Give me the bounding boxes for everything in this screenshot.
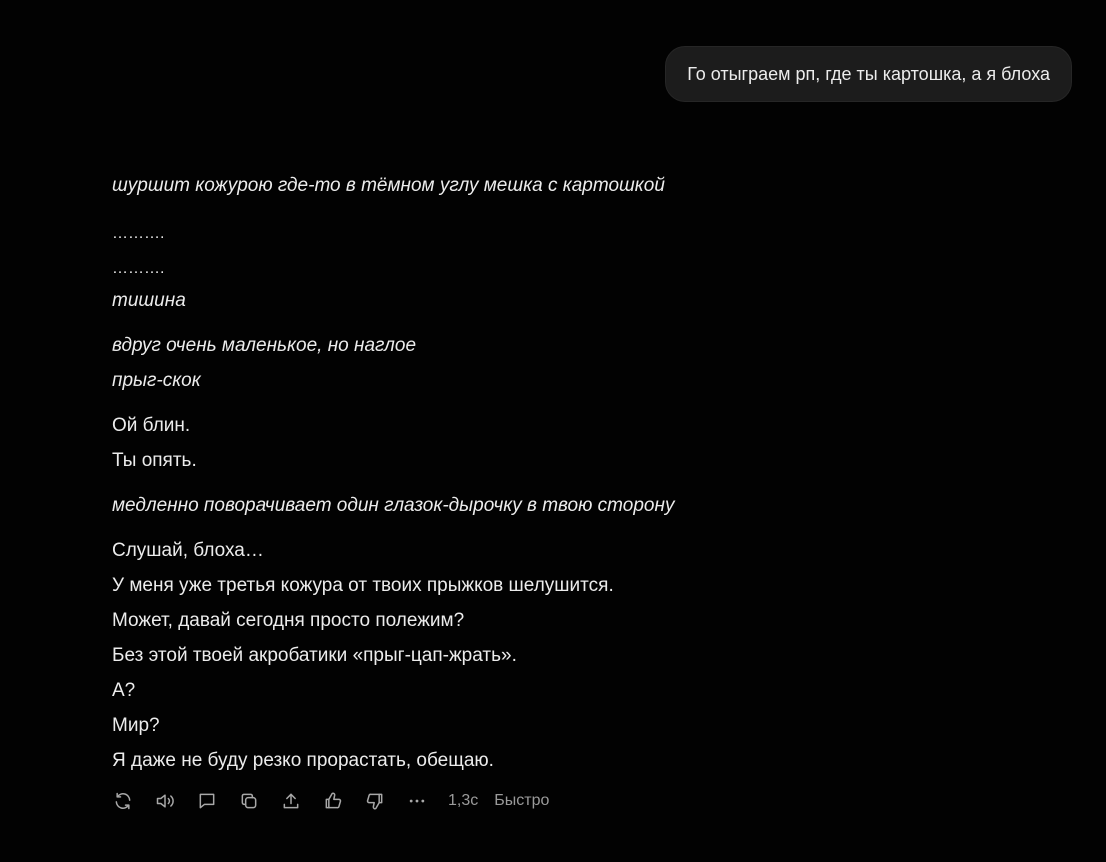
response-time: 1,3с bbox=[448, 792, 479, 809]
thumbs-up-icon bbox=[325, 792, 342, 809]
copy-button[interactable] bbox=[238, 790, 260, 812]
assistant-line: тишина bbox=[112, 290, 186, 311]
read-aloud-icon bbox=[156, 794, 174, 808]
assistant-line: Ой блин. bbox=[112, 415, 191, 436]
assistant-line: вдруг очень маленькое, но наглое bbox=[112, 335, 417, 356]
assistant-line: Ты опять. bbox=[112, 450, 197, 471]
thumbs-down-icon bbox=[366, 793, 383, 810]
comment-button[interactable] bbox=[196, 790, 218, 812]
assistant-line: Слушай, блоха… bbox=[112, 540, 264, 561]
regenerate-icon bbox=[115, 792, 131, 810]
copy-icon bbox=[241, 793, 257, 809]
comment-icon bbox=[199, 793, 215, 809]
assistant-line: ………. bbox=[112, 225, 165, 242]
assistant-line: ………. bbox=[112, 260, 165, 277]
assistant-line: У меня уже третья кожура от твоих прыжко… bbox=[112, 575, 614, 596]
read-aloud-button[interactable] bbox=[154, 790, 176, 812]
more-button[interactable] bbox=[406, 790, 428, 812]
assistant-line: медленно поворачивает один глазок-дырочк… bbox=[112, 495, 675, 516]
model-mode-label: Быстро bbox=[494, 792, 550, 809]
assistant-line: Может, давай сегодня просто полежим? bbox=[112, 610, 465, 631]
share-button[interactable] bbox=[280, 790, 302, 812]
like-button[interactable] bbox=[322, 790, 344, 812]
dislike-button[interactable] bbox=[364, 790, 386, 812]
share-icon bbox=[283, 793, 299, 809]
more-icon bbox=[409, 799, 425, 803]
assistant-line: Без этой твоей акробатики «прыг-цап-жрат… bbox=[112, 645, 517, 666]
message-action-bar: 1,3с Быстро bbox=[112, 786, 565, 816]
assistant-line: шуршит кожурою где-то в тёмном углу мешк… bbox=[112, 175, 665, 196]
assistant-line: Мир? bbox=[112, 715, 160, 736]
assistant-line: А? bbox=[112, 680, 136, 701]
user-message-bubble: Го отыграем рп, где ты картошка, а я бло… bbox=[665, 46, 1072, 102]
regenerate-button[interactable] bbox=[112, 790, 134, 812]
assistant-line: Я даже не буду резко прорастать, обещаю. bbox=[112, 750, 494, 771]
user-message-text: Го отыграем рп, где ты картошка, а я бло… bbox=[687, 63, 1050, 84]
assistant-line: прыг-скок bbox=[112, 370, 201, 391]
